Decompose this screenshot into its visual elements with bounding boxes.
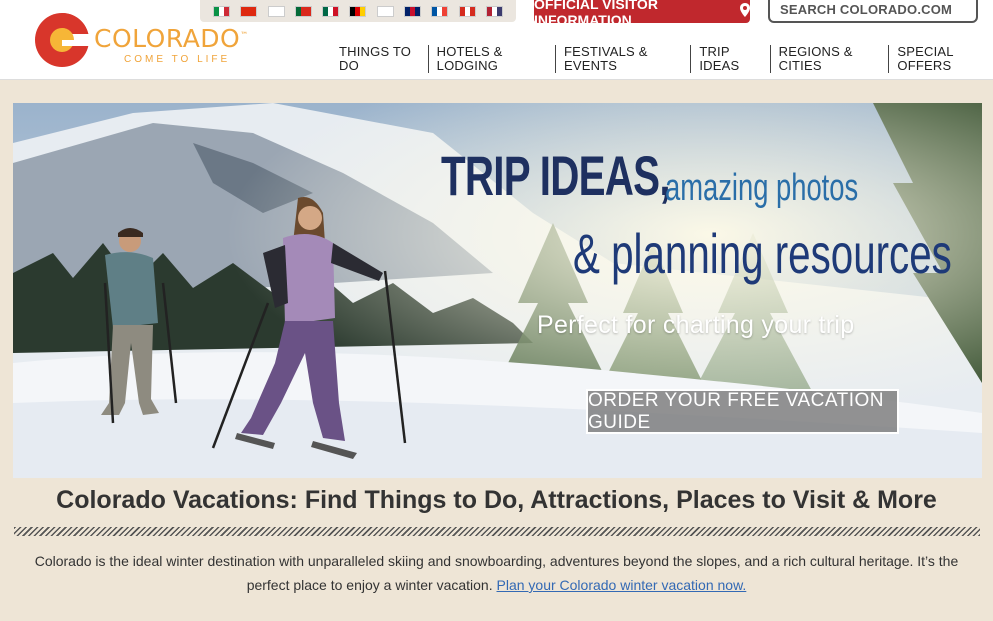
germany-flag-icon[interactable]: [349, 5, 367, 17]
france-flag-icon[interactable]: [431, 5, 449, 17]
hero-headline-planning-resources: & planning resources: [573, 222, 952, 285]
nav-things-to-do[interactable]: THINGS TO DO: [339, 45, 429, 73]
mexico-flag-icon[interactable]: [322, 5, 340, 17]
usa-flag-icon[interactable]: [485, 5, 503, 17]
official-visitor-information-button[interactable]: OFFICIAL VISITOR INFORMATION: [534, 0, 750, 28]
uk-flag-icon[interactable]: [403, 5, 421, 17]
canada-flag-icon[interactable]: [458, 5, 476, 17]
intro-paragraph: Colorado is the ideal winter destination…: [20, 549, 973, 597]
logo-wordmark: COLORADO™: [94, 24, 249, 53]
search-input[interactable]: SEARCH COLORADO.COM: [768, 0, 978, 23]
nav-hotels-lodging[interactable]: HOTELS & LODGING: [429, 45, 556, 73]
hero-headline-amazing-photos: amazing photos: [665, 167, 859, 209]
visitor-button-label: OFFICIAL VISITOR INFORMATION: [534, 0, 658, 28]
language-selector: [200, 0, 516, 22]
nav-trip-ideas[interactable]: TRIP IDEAS: [691, 45, 771, 73]
site-header: COLORADO™ COME TO LIFE OFFICIAL VISITOR …: [0, 0, 993, 80]
main-nav: THINGS TO DO HOTELS & LODGING FESTIVALS …: [339, 45, 993, 73]
hatched-divider: [14, 527, 980, 536]
order-vacation-guide-button[interactable]: ORDER YOUR FREE VACATION GUIDE: [586, 389, 899, 434]
page-title: Colorado Vacations: Find Things to Do, A…: [56, 486, 937, 514]
map-pin-icon: [740, 3, 750, 20]
nav-festivals-events[interactable]: FESTIVALS & EVENTS: [556, 45, 692, 73]
hero-banner[interactable]: TRIP IDEAS, amazing photos & planning re…: [13, 103, 982, 478]
nav-regions-cities[interactable]: REGIONS & CITIES: [771, 45, 890, 73]
plan-winter-vacation-link[interactable]: Plan your Colorado winter vacation now.: [497, 577, 747, 593]
hero-subline: Perfect for charting your trip: [537, 311, 855, 339]
colorado-c-logo-icon: [35, 13, 90, 67]
japan-flag-icon[interactable]: [376, 5, 394, 17]
nav-special-offers[interactable]: SPECIAL OFFERS: [889, 45, 993, 73]
search-placeholder: SEARCH COLORADO.COM: [780, 2, 953, 17]
hero-headline-trip-ideas: TRIP IDEAS,: [441, 144, 671, 207]
china-flag-icon[interactable]: [240, 5, 258, 17]
portugal-flag-icon[interactable]: [294, 5, 312, 17]
logo-tagline: COME TO LIFE: [124, 54, 231, 65]
italy-flag-icon[interactable]: [213, 5, 231, 17]
korea-flag-icon[interactable]: [267, 5, 285, 17]
